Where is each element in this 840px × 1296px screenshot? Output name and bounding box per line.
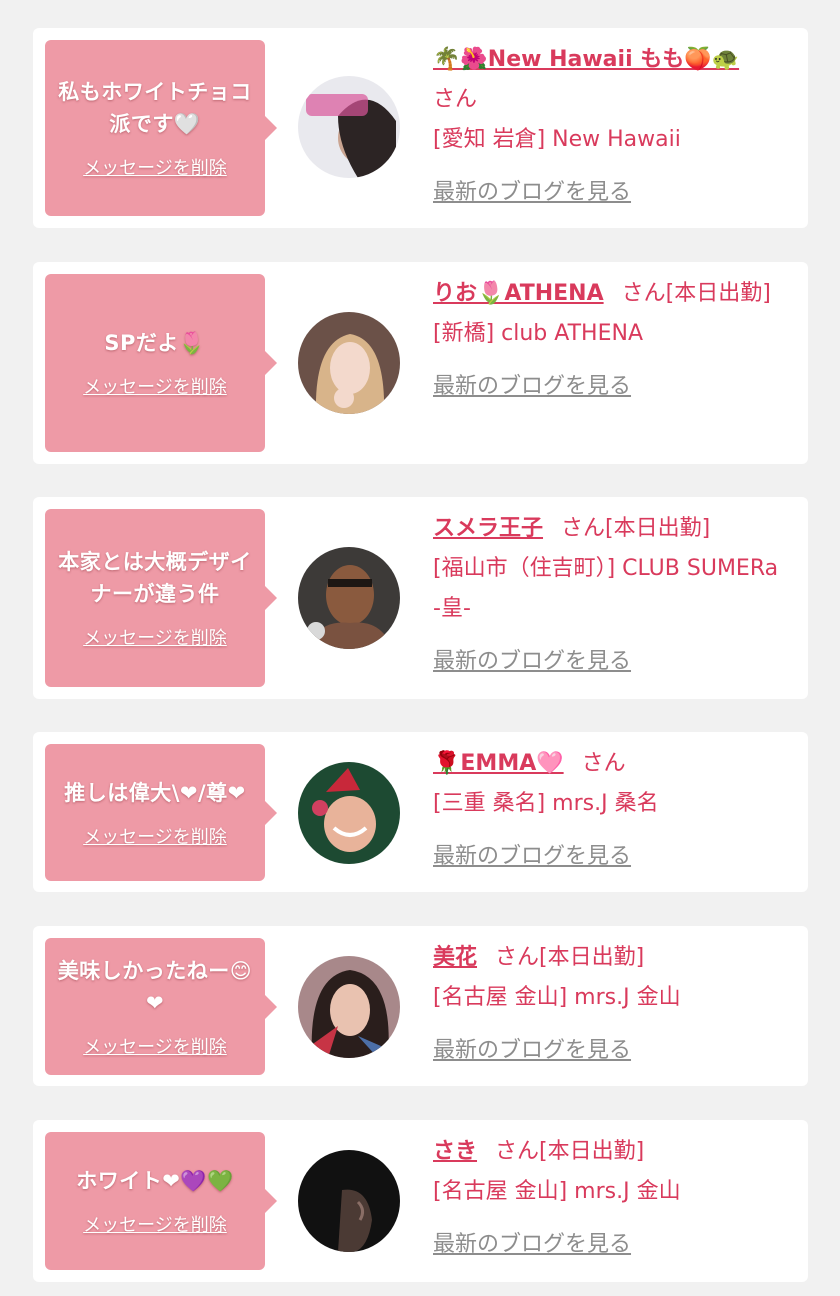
cast-name-link[interactable]: さき [433, 1139, 477, 1164]
cast-name-link[interactable]: りお🌷ATHENA [433, 281, 604, 306]
delete-message-link[interactable]: メッセージを削除 [83, 624, 227, 650]
message-text: 私もホワイトチョコ派です🤍 [58, 80, 252, 136]
latest-blog-link[interactable]: 最新のブログを見る [433, 643, 631, 675]
cast-info: 美花 さん[本日出勤] [名古屋 金山] mrs.J 金山 最新のブログを見る [433, 938, 793, 1064]
shop-info: [新橋] club ATHENA [433, 321, 643, 346]
avatar[interactable] [298, 312, 400, 414]
shop-info: [愛知 岩倉] New Hawaii [433, 127, 681, 152]
message-bubble: 推しは偉大\❤/尊❤ メッセージを削除 [45, 744, 277, 881]
message-text: 美味しかったねー😊❤ [57, 958, 253, 1015]
message-bubble: 美味しかったねー😊❤ メッセージを削除 [45, 938, 277, 1075]
cast-suffix: さん [433, 87, 478, 112]
latest-blog-link[interactable]: 最新のブログを見る [433, 368, 631, 400]
cast-suffix: さん [581, 751, 626, 776]
message-card: 本家とは大概デザイナーが違う件 メッセージを削除 スメラ王子 さん[本日出勤] [… [33, 497, 808, 699]
cast-info: 🌹EMMA🩷 さん [三重 桑名] mrs.J 桑名 最新のブログを見る [433, 744, 793, 870]
delete-message-link[interactable]: メッセージを削除 [83, 1033, 227, 1059]
message-text: 推しは偉大\❤/尊❤ [64, 780, 246, 805]
delete-message-link[interactable]: メッセージを削除 [83, 373, 227, 399]
shop-info: [三重 桑名] mrs.J 桑名 [433, 791, 659, 816]
message-card: 美味しかったねー😊❤ メッセージを削除 美花 さん[本日出勤] [名古屋 金山] … [33, 926, 808, 1086]
avatar[interactable] [298, 547, 400, 649]
avatar[interactable] [298, 76, 400, 178]
shop-info: [福山市（住吉町）] CLUB SUMERa -皇- [433, 556, 779, 621]
delete-message-link[interactable]: メッセージを削除 [83, 154, 227, 180]
cast-name-link[interactable]: スメラ王子 [433, 516, 543, 541]
message-text: ホワイト❤💜💚 [76, 1169, 234, 1193]
delete-message-link[interactable]: メッセージを削除 [83, 823, 227, 849]
cast-name-link[interactable]: 🌹EMMA🩷 [433, 751, 564, 776]
message-bubble: SPだよ🌷 メッセージを削除 [45, 274, 277, 452]
avatar[interactable] [298, 762, 400, 864]
message-bubble: 本家とは大概デザイナーが違う件 メッセージを削除 [45, 509, 277, 687]
cast-info: りお🌷ATHENA さん[本日出勤] [新橋] club ATHENA 最新のブロ… [433, 274, 793, 400]
shop-info: [名古屋 金山] mrs.J 金山 [433, 985, 681, 1010]
message-text: 本家とは大概デザイナーが違う件 [58, 550, 252, 606]
cast-suffix: さん[本日出勤] [621, 281, 771, 306]
message-bubble: 私もホワイトチョコ派です🤍 メッセージを削除 [45, 40, 277, 216]
cast-name-link[interactable]: 🌴🌺New Hawaii もも🍑🐢 [433, 47, 739, 72]
cast-info: さき さん[本日出勤] [名古屋 金山] mrs.J 金山 最新のブログを見る [433, 1132, 793, 1258]
cast-suffix: さん[本日出勤] [561, 516, 711, 541]
cast-name-link[interactable]: 美花 [433, 945, 477, 970]
avatar[interactable] [298, 956, 400, 1058]
cast-suffix: さん[本日出勤] [495, 1139, 645, 1164]
latest-blog-link[interactable]: 最新のブログを見る [433, 1226, 631, 1258]
message-card: 私もホワイトチョコ派です🤍 メッセージを削除 🌴🌺New Hawaii もも🍑🐢… [33, 28, 808, 228]
latest-blog-link[interactable]: 最新のブログを見る [433, 174, 631, 206]
message-card: 推しは偉大\❤/尊❤ メッセージを削除 🌹EMMA🩷 さん [三重 桑名] mrs… [33, 732, 808, 892]
latest-blog-link[interactable]: 最新のブログを見る [433, 838, 631, 870]
cast-info: 🌴🌺New Hawaii もも🍑🐢 さん [愛知 岩倉] New Hawaii … [433, 40, 793, 206]
message-bubble: ホワイト❤💜💚 メッセージを削除 [45, 1132, 277, 1270]
message-text: SPだよ🌷 [104, 331, 206, 355]
latest-blog-link[interactable]: 最新のブログを見る [433, 1032, 631, 1064]
message-card: ホワイト❤💜💚 メッセージを削除 さき さん[本日出勤] [名古屋 金山] mrs… [33, 1120, 808, 1282]
delete-message-link[interactable]: メッセージを削除 [83, 1211, 227, 1237]
avatar[interactable] [298, 1150, 400, 1252]
shop-info: [名古屋 金山] mrs.J 金山 [433, 1179, 681, 1204]
cast-info: スメラ王子 さん[本日出勤] [福山市（住吉町）] CLUB SUMERa -皇-… [433, 509, 793, 675]
message-card: SPだよ🌷 メッセージを削除 りお🌷ATHENA さん[本日出勤] [新橋] cl… [33, 262, 808, 464]
cast-suffix: さん[本日出勤] [495, 945, 645, 970]
